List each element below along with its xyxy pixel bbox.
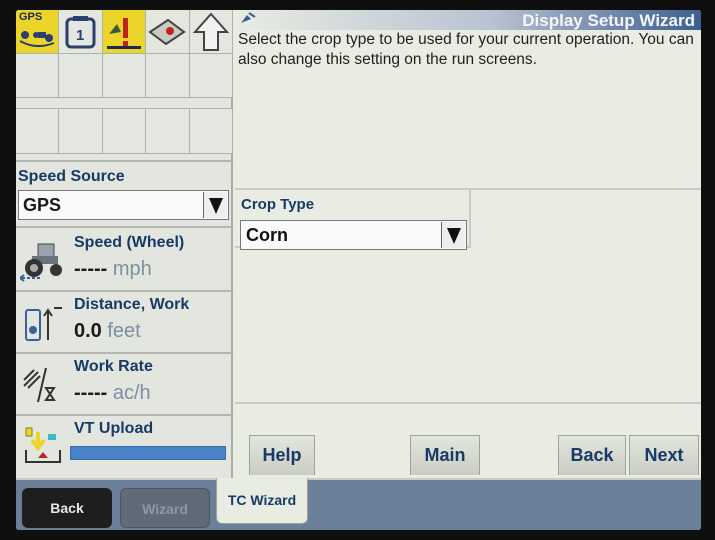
empty-shortcut-slot[interactable] [102,54,147,98]
bottom-tab-bar: Back Wizard TC Wizard [16,478,701,530]
distance-value: 0.0 [74,320,102,342]
empty-shortcut-slot[interactable] [189,54,234,98]
tab-wizard[interactable]: Wizard [120,488,210,528]
distance-icon [25,307,62,341]
task-button[interactable]: 1 [59,10,103,54]
speed-panel[interactable]: Speed (Wheel) ----- mph [16,226,233,290]
crop-type-dropdown[interactable]: Corn [240,220,467,250]
dropdown-arrow-icon [203,192,227,218]
empty-shortcut-slot[interactable] [16,54,60,98]
display-bezel: GPS 1 Speed Source GPS Speed (Wheel) ---… [0,0,715,540]
work-rate-title: Work Rate [74,358,153,375]
crop-type-value: Corn [246,225,288,245]
vt-upload-title: VT Upload [74,420,154,437]
divider [235,402,701,404]
vt-upload-icon [25,427,61,463]
empty-shortcut-slot[interactable] [146,109,190,154]
empty-shortcut-slot[interactable] [16,109,60,154]
speed-title: Speed (Wheel) [74,234,185,251]
svg-text:1: 1 [76,27,84,44]
work-rate-icon [23,367,56,403]
work-rate-readout: ----- ac/h [74,382,151,405]
vt-upload-progress-bar [70,446,226,460]
gps-status-button[interactable]: GPS [16,10,60,54]
empty-shortcut-slot[interactable] [59,109,103,154]
speed-source-value: GPS [23,195,62,215]
speed-unit: mph [112,258,152,280]
up-arrow-button[interactable] [189,10,234,54]
speed-value: ----- [74,258,108,280]
divider [16,160,233,162]
back-button[interactable]: Back [558,435,626,475]
shortcut-row-3 [16,108,234,154]
empty-shortcut-slot[interactable] [146,54,190,98]
work-rate-value: ----- [74,382,108,404]
crop-type-section: Crop Type Corn [235,188,471,250]
speed-source-label: Speed Source [18,168,125,185]
speed-readout: ----- mph [74,258,152,281]
distance-unit: feet [107,320,141,342]
tab-back[interactable]: Back [22,488,112,528]
instruction-text: Select the crop type to be used for your… [238,31,694,68]
empty-shortcut-slot[interactable] [102,109,147,154]
next-button[interactable]: Next [629,435,699,475]
empty-shortcut-slot[interactable] [189,109,234,154]
left-status-panel: GPS 1 Speed Source GPS Speed (Wheel) ---… [16,10,234,478]
title-bar: Display Setup Wizard [235,10,701,30]
page-title: Display Setup Wizard [522,11,695,30]
speed-source-dropdown[interactable]: GPS [18,190,229,220]
dropdown-arrow-icon [441,222,465,248]
shortcut-icon-row: GPS 1 [16,10,234,54]
crop-type-label: Crop Type [241,196,315,213]
task-icon: 1 [65,16,96,49]
shortcut-row-2 [16,54,234,98]
wizard-panel: Display Setup Wizard Select the crop typ… [235,10,701,478]
alarm-icon [106,18,141,49]
gps-icon [19,31,55,47]
field-button[interactable] [146,10,190,54]
tractor-speed-icon [20,243,62,282]
tab-tc-wizard[interactable]: TC Wizard [216,478,308,524]
main-button[interactable]: Main [410,435,480,475]
display-screen: GPS 1 Speed Source GPS Speed (Wheel) ---… [16,10,701,530]
field-icon [148,18,186,46]
up-arrow-icon [192,12,229,51]
work-rate-panel[interactable]: Work Rate ----- ac/h [16,352,233,414]
distance-title: Distance, Work [74,296,190,313]
alarm-button[interactable] [102,10,147,54]
work-rate-unit: ac/h [112,382,151,404]
help-button[interactable]: Help [249,435,315,475]
empty-shortcut-slot[interactable] [59,54,103,98]
satellite-icon [241,12,256,23]
distance-readout: 0.0 feet [74,320,141,343]
distance-panel[interactable]: Distance, Work 0.0 feet [16,290,233,352]
